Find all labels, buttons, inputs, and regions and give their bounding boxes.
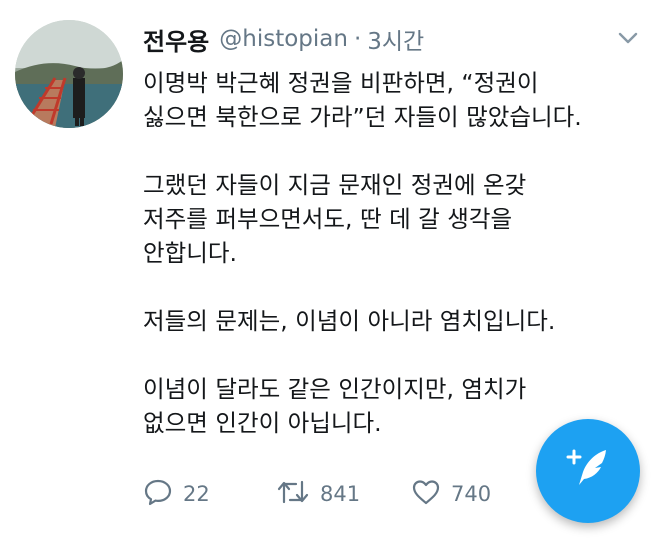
reply-icon [143,478,173,510]
tweet-line: 이명박 박근혜 정권을 비판하면, “정권이 [143,69,539,97]
author-name[interactable]: 전우용 [143,22,209,57]
tweet-line: 안합니다. [143,239,237,267]
like-count: 740 [451,482,492,506]
tweet-line: 이념이 달라도 같은 인간이지만, 염치가 [143,375,527,403]
compose-feather-icon [560,441,616,501]
like-button[interactable]: 740 [411,478,491,510]
compose-tweet-button[interactable] [536,419,640,523]
chevron-down-icon[interactable] [617,29,639,47]
avatar[interactable] [15,20,123,128]
retweet-count: 841 [320,482,361,506]
tweet-time[interactable]: 3시간 [367,22,424,56]
reply-button[interactable]: 22 [143,478,210,510]
tweet-header: 전우용 @histopian · 3시간 [143,21,424,57]
retweet-icon [276,478,310,510]
heart-icon [411,478,441,510]
reply-count: 22 [183,482,210,506]
tweet-text: 이명박 박근혜 정권을 비판하면, “정권이 싫으면 북한으로 가라”던 자들이… [143,66,643,440]
tweet-line: 그랬던 자들이 지금 문재인 정권에 온갖 [143,171,527,199]
tweet-line: 싫으면 북한으로 가라”던 자들이 많았습니다. [143,103,582,131]
tweet-line: 저들의 문제는, 이념이 아니라 염치입니다. [143,307,556,335]
author-handle[interactable]: @histopian [219,26,348,52]
retweet-button[interactable]: 841 [276,478,360,510]
tweet-line: 저주를 퍼부으면서도, 딴 데 갈 생각을 [143,205,513,233]
separator-dot: · [353,26,362,52]
